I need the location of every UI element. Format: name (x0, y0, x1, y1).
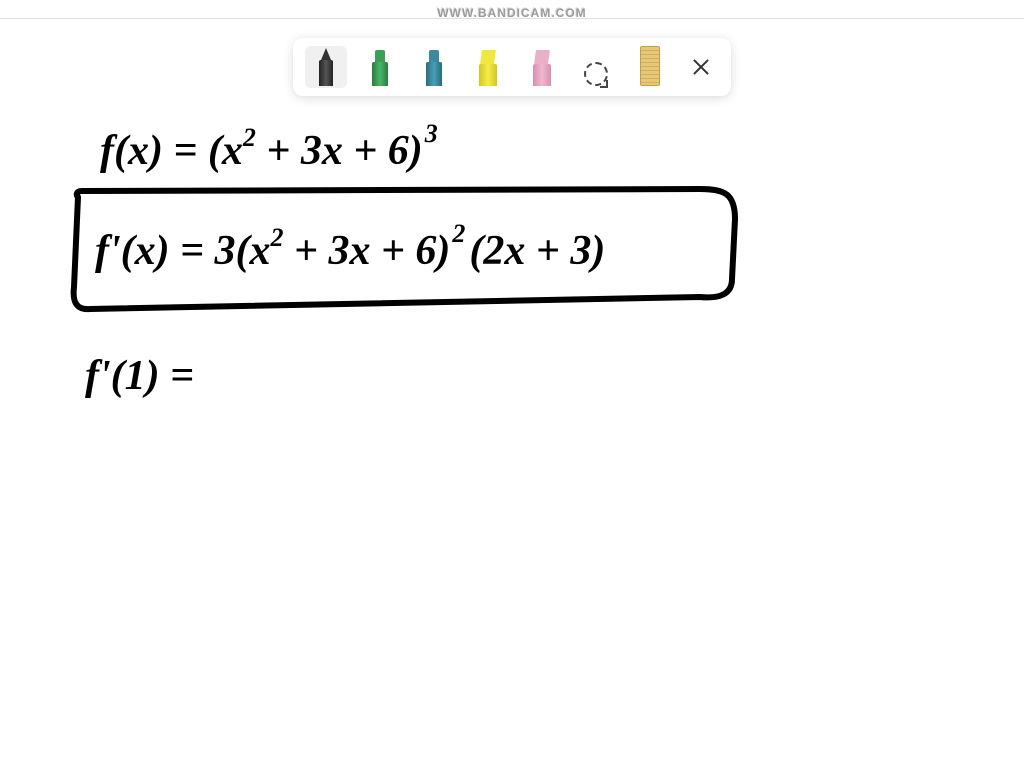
equation-line-3: f'(1) = (85, 353, 194, 399)
marker-teal-icon (426, 48, 442, 86)
drawing-toolbar (293, 38, 731, 96)
ruler-tool[interactable] (629, 46, 671, 88)
whiteboard-canvas[interactable]: f(x) = (x2 + 3x + 6)3 f'(x) = 3(x2 + 3x … (0, 19, 1024, 762)
pen-black-tool[interactable] (305, 46, 347, 88)
handwriting-layer: f(x) = (x2 + 3x + 6)3 f'(x) = 3(x2 + 3x … (0, 19, 1024, 769)
highlighter-pink-tool[interactable] (521, 46, 563, 88)
lasso-select-tool[interactable] (575, 46, 617, 88)
lasso-icon (584, 62, 608, 86)
pen-black-icon (319, 48, 333, 86)
marker-green-tool[interactable] (359, 46, 401, 88)
ruler-icon (640, 46, 660, 86)
highlighter-yellow-tool[interactable] (467, 46, 509, 88)
marker-green-icon (372, 48, 388, 86)
equation-line-2: f'(x) = 3(x2 + 3x + 6)2(2x + 3) (95, 219, 605, 274)
close-toolbar-button[interactable] (691, 57, 711, 77)
highlighter-yellow-icon (479, 48, 497, 86)
marker-teal-tool[interactable] (413, 46, 455, 88)
highlighter-pink-icon (533, 48, 551, 86)
equation-line-1: f(x) = (x2 + 3x + 6)3 (100, 119, 438, 174)
